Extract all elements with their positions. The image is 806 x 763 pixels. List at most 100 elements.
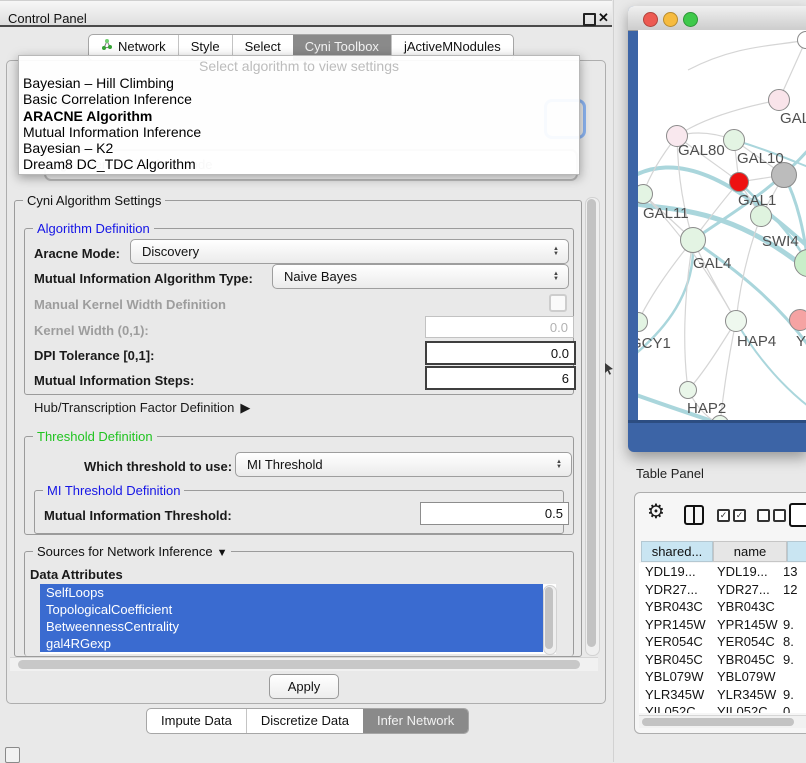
dpi-tolerance-label: DPI Tolerance [0,1]: <box>34 348 154 363</box>
table-cell: YBR045C <box>717 651 775 669</box>
mi-threshold-field[interactable]: 0.5 <box>420 502 569 525</box>
table-row[interactable]: YBL079WYBL079W <box>639 668 806 686</box>
column-header[interactable]: name <box>713 541 787 562</box>
mi-threshold-label: Mutual Information Threshold: <box>44 508 232 523</box>
control-panel-titlebar: Control Panel ✕ <box>0 0 612 27</box>
table-panel-title: Table Panel <box>636 466 704 481</box>
close-traffic-light-icon[interactable] <box>643 12 658 27</box>
deselect-all-icon[interactable] <box>757 509 770 522</box>
apply-button[interactable]: Apply <box>269 674 339 699</box>
dpi-tolerance-field[interactable]: 0.0 <box>425 341 576 365</box>
table-cell: YPR145W <box>645 616 706 634</box>
column-header[interactable]: shared... <box>641 541 713 562</box>
table-row[interactable]: YDL19...YDL19...13 <box>639 563 806 581</box>
table-row[interactable]: YDR27...YDR27...12 <box>639 581 806 599</box>
network-icon <box>101 39 113 54</box>
table-cell: YBR043C <box>717 598 775 616</box>
table-horizontal-scrollbar[interactable] <box>639 715 806 728</box>
settings-scrollbar-thumb[interactable] <box>587 199 596 647</box>
hub-definition-toggle[interactable]: Hub/Transcription Factor Definition ▶ <box>34 400 250 416</box>
table-cell: YDR27... <box>645 581 698 599</box>
table-cell: 8. <box>783 633 794 651</box>
dropdown-options: Bayesian – Hill ClimbingBasic Correlatio… <box>19 75 579 173</box>
tab-infer-network[interactable]: Infer Network <box>363 709 468 733</box>
node-label: GAL80 <box>678 142 725 159</box>
attribute-list-item[interactable]: TopologicalCoefficient <box>40 601 543 618</box>
data-attributes-list: SelfLoopsTopologicalCoefficientBetweenne… <box>40 584 556 654</box>
node-label: GAL11 <box>643 205 689 222</box>
dropdown-option[interactable]: Basic Correlation Inference <box>19 91 579 107</box>
node-label: GCY1 <box>638 335 671 352</box>
attribute-list-item[interactable]: SelfLoops <box>40 584 543 601</box>
gear-icon[interactable]: ⚙ <box>647 499 665 524</box>
attributes-scrollbar[interactable] <box>543 585 557 655</box>
hub-definition-label: Hub/Transcription Factor Definition <box>34 400 234 415</box>
which-threshold-label: Which threshold to use: <box>84 459 232 474</box>
tab-label: Style <box>191 39 220 54</box>
new-table-icon[interactable] <box>789 503 806 527</box>
tab-label: jActiveMNodules <box>404 39 501 54</box>
table-row[interactable]: YLR345WYLR345W9. <box>639 686 806 704</box>
table-row[interactable]: YPR145WYPR145W9. <box>639 616 806 634</box>
dropdown-option[interactable]: Dream8 DC_TDC Algorithm <box>19 156 579 172</box>
select-all-icon[interactable]: ✓ <box>717 509 730 522</box>
attribute-list-item[interactable]: BetweennessCentrality <box>40 618 543 635</box>
node-label: GAL4 <box>693 255 731 272</box>
table-cell: YDL19... <box>645 563 696 581</box>
dropdown-option[interactable]: Bayesian – Hill Climbing <box>19 75 579 91</box>
window-inner-shadow <box>628 420 806 423</box>
table-row[interactable]: YER054CYER054C8. <box>639 633 806 651</box>
dropdown-option[interactable]: Mutual Information Inference <box>19 124 579 140</box>
dropdown-option[interactable]: Bayesian – K2 <box>19 140 579 156</box>
network-canvas[interactable]: GALGAL80GAL10GAL1GAL11SWI4GAL4GCY1HAP4YH… <box>638 30 806 420</box>
manual-kernel-checkbox[interactable] <box>549 294 567 312</box>
attribute-list-item[interactable]: gal4RGexp <box>40 635 543 652</box>
select-all-icon[interactable]: ✓ <box>733 509 746 522</box>
chevron-right-icon: ▶ <box>240 400 250 416</box>
tab-impute-data[interactable]: Impute Data <box>147 709 246 733</box>
mi-type-select[interactable]: Naive Bayes ▲▼ <box>272 264 569 289</box>
tab-label: Cyni Toolbox <box>305 39 379 54</box>
table-body: YDL19...YDL19...13YDR27...YDR27...12YBR0… <box>639 563 806 713</box>
threshold-select[interactable]: MI Threshold ▲▼ <box>235 452 572 477</box>
settings-scrollbar[interactable] <box>585 197 600 656</box>
deselect-all-icon[interactable] <box>773 509 786 522</box>
horizontal-scrollbar[interactable] <box>10 657 598 671</box>
zoom-traffic-light-icon[interactable] <box>683 12 698 27</box>
network-node[interactable] <box>723 129 745 151</box>
table-row[interactable]: YBR043CYBR043C <box>639 598 806 616</box>
table-row[interactable]: YBR045CYBR045C9. <box>639 651 806 669</box>
table-row[interactable]: YIL052CYIL052C0. <box>639 703 806 713</box>
minimize-traffic-light-icon[interactable] <box>663 12 678 27</box>
table-scrollbar-thumb[interactable] <box>642 718 794 726</box>
aracne-mode-select[interactable]: Discovery ▲▼ <box>130 239 569 264</box>
mi-steps-label: Mutual Information Steps: <box>34 373 194 388</box>
node-label: GAL10 <box>737 150 784 167</box>
column-header[interactable] <box>787 541 806 562</box>
split-columns-icon[interactable] <box>684 505 704 525</box>
kernel-width-field[interactable]: 0.0 <box>425 316 574 338</box>
network-node[interactable] <box>729 172 749 192</box>
network-node[interactable] <box>768 89 790 111</box>
network-node[interactable] <box>679 381 697 399</box>
network-node[interactable] <box>680 227 706 253</box>
collapsed-panel-icon[interactable] <box>5 747 20 763</box>
table-cell: 0. <box>783 703 794 713</box>
chevron-down-icon[interactable]: ▼ <box>217 547 228 559</box>
network-node[interactable] <box>789 309 806 331</box>
dropdown-hint: Select algorithm to view settings <box>19 56 579 75</box>
attributes-scrollbar-thumb[interactable] <box>545 587 553 649</box>
close-icon[interactable]: ✕ <box>598 10 609 26</box>
tab-label: Network <box>118 39 166 54</box>
dropdown-option[interactable]: ARACNE Algorithm <box>19 108 579 124</box>
aracne-mode-value: Discovery <box>131 244 548 259</box>
tab-discretize-data[interactable]: Discretize Data <box>246 709 363 733</box>
group-title: Algorithm Definition <box>33 221 154 236</box>
network-node[interactable] <box>725 310 747 332</box>
float-window-icon[interactable] <box>583 13 596 26</box>
mi-steps-field[interactable]: 6 <box>425 366 576 390</box>
horizontal-scrollbar-thumb[interactable] <box>18 660 580 669</box>
table-cell: YLR345W <box>645 686 704 704</box>
mouse-cursor <box>604 362 616 376</box>
node-label: GAL <box>780 110 806 127</box>
